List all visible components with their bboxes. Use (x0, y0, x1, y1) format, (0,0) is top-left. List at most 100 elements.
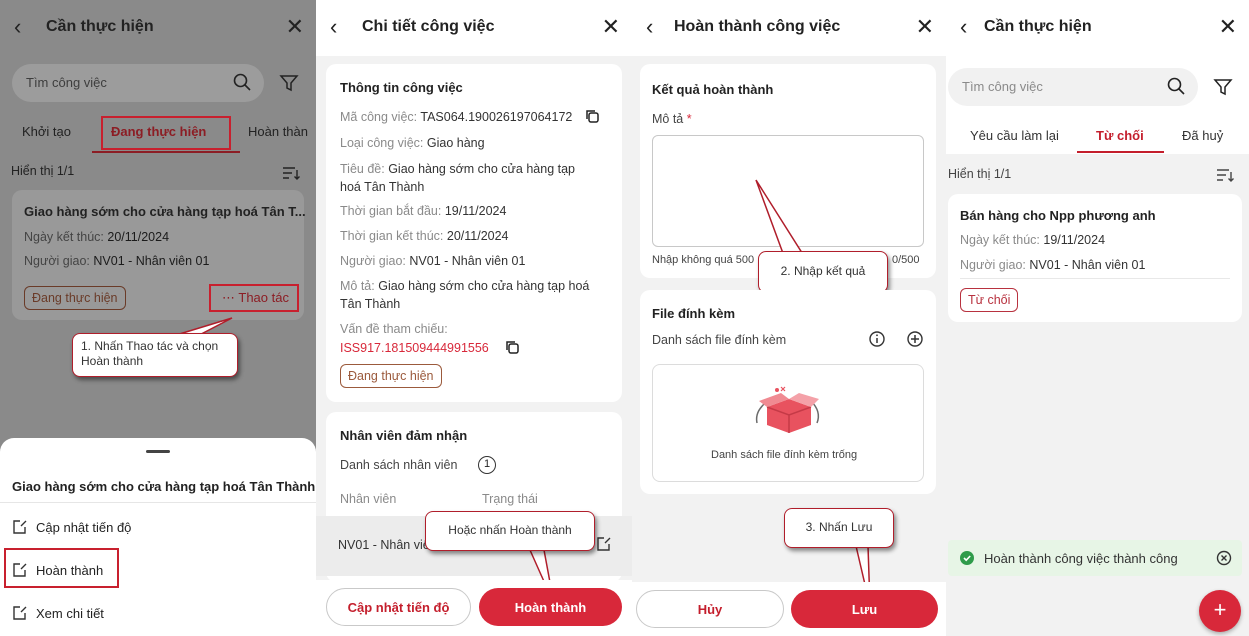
result-card: Kết quả hoàn thành Mô tả * Nhập không qu… (640, 64, 936, 278)
reference-label: Vấn đề tham chiếu: (340, 322, 448, 336)
section-title: Kết quả hoàn thành (652, 82, 774, 97)
close-icon[interactable]: ✕ (1219, 14, 1237, 40)
sort-icon[interactable] (282, 166, 300, 180)
length-hint: Nhập không quá 500 (652, 254, 755, 266)
task-type: Loại công việc: Giao hàng (340, 136, 485, 150)
header: ‹ Hoàn thành công việc ✕ (632, 0, 946, 56)
back-icon[interactable]: ‹ (960, 14, 967, 40)
panel-task-list-done: ‹ Cần thực hiện ✕ Tìm công việc Yêu cầu … (946, 0, 1249, 636)
close-icon[interactable]: ✕ (602, 14, 620, 40)
active-tab-indicator (1077, 151, 1164, 153)
empty-attachments-text: Danh sách file đính kèm trống (711, 449, 858, 461)
close-icon[interactable]: ✕ (286, 14, 304, 40)
column-staff: Nhân viên (340, 492, 397, 506)
back-icon[interactable]: ‹ (646, 14, 653, 40)
task-title: Tiêu đề: Giao hàng sớm cho cửa hàng tạp (340, 162, 576, 176)
panel-task-detail: ‹ Chi tiết công việc ✕ Thông tin công vi… (316, 0, 632, 636)
sheet-handle[interactable] (146, 450, 170, 453)
column-status: Trạng thái (482, 492, 538, 506)
callout-or-complete: Hoặc nhấn Hoàn thành (425, 511, 595, 551)
char-counter: 0/500 (892, 254, 920, 266)
page-title: Hoàn thành công việc (674, 18, 841, 35)
tab-hoan-thanh[interactable]: Hoàn thàn (248, 124, 308, 139)
status-badge: Từ chối (960, 288, 1019, 312)
page-title: Cần thực hiện (984, 18, 1092, 35)
close-icon[interactable]: ✕ (916, 14, 934, 40)
check-circle-icon (960, 551, 974, 565)
highlight-box (101, 116, 231, 150)
header: ‹ Cần thực hiện ✕ (946, 0, 1249, 56)
description-textarea[interactable] (652, 135, 924, 247)
copy-icon[interactable] (584, 108, 600, 124)
section-title: Nhân viên đảm nhận (340, 428, 468, 443)
tab-da-huy[interactable]: Đã huỷ (1182, 128, 1223, 143)
description-cont: Tân Thành (340, 297, 401, 311)
staff-count-badge: 1 (478, 456, 496, 474)
panel-task-list-dimmed: ‹ Cần thực hiện ✕ Tìm công việc Khởi tạo… (0, 0, 316, 636)
callout-step-3: 3. Nhấn Lưu (784, 508, 894, 548)
cancel-button[interactable]: Hủy (636, 590, 784, 628)
search-input[interactable]: Tìm công việc (948, 68, 1198, 106)
highlight-box (209, 284, 299, 312)
section-title: Thông tin công việc (340, 80, 463, 95)
close-circle-icon[interactable] (1216, 550, 1232, 566)
assigner: Người giao: NV01 - Nhân viên 01 (960, 258, 1146, 272)
task-title-cont: hoá Tân Thành (340, 180, 425, 194)
section-title: File đính kèm (652, 306, 736, 321)
add-task-fab[interactable]: + (1199, 590, 1241, 632)
page-title: Cần thực hiện (46, 18, 154, 35)
assigner: Người giao: NV01 - Nhân viên 01 (340, 254, 526, 268)
info-icon[interactable] (868, 330, 886, 348)
search-placeholder: Tìm công việc (962, 79, 1043, 94)
success-toast: Hoàn thành công việc thành công (948, 540, 1242, 576)
callout-step-2: 2. Nhập kết quả (758, 251, 888, 293)
description: Mô tả: Giao hàng sớm cho cửa hàng tạp ho… (340, 279, 590, 293)
copy-icon[interactable] (504, 339, 520, 355)
back-icon[interactable]: ‹ (14, 14, 21, 40)
sheet-item-view-detail[interactable]: Xem chi tiết (12, 603, 104, 623)
toast-message: Hoàn thành công việc thành công (984, 551, 1178, 566)
complete-button[interactable]: Hoàn thành (479, 588, 622, 626)
status-badge: Đang thực hiện (340, 364, 442, 388)
start-time: Thời gian bắt đầu: 19/11/2024 (340, 204, 507, 218)
sheet-item-update-progress[interactable]: Cập nhật tiến độ (12, 517, 131, 537)
task-code: Mã công việc: TAS064.190026197064172 (340, 110, 573, 124)
filter-icon[interactable] (1212, 76, 1234, 98)
header: ‹ Chi tiết công việc ✕ (316, 0, 632, 56)
reference-link[interactable]: ISS917.181509444991556 (340, 341, 489, 355)
tab-yeu-cau-lam-lai[interactable]: Yêu cầu làm lại (970, 128, 1059, 143)
sort-icon[interactable] (1216, 168, 1234, 182)
search-input[interactable]: Tìm công việc (12, 64, 264, 102)
end-time: Thời gian kết thúc: 20/11/2024 (340, 229, 509, 243)
task-card[interactable]: Bán hàng cho Npp phương anh Ngày kết thú… (948, 194, 1242, 322)
attachments-list-label: Danh sách file đính kèm (652, 333, 787, 347)
back-icon[interactable]: ‹ (330, 14, 337, 40)
filter-icon[interactable] (278, 72, 300, 94)
update-progress-button[interactable]: Cập nhật tiến độ (326, 588, 471, 626)
task-info-card: Thông tin công việc Mã công việc: TAS064… (326, 64, 622, 402)
callout-step-1: 1. Nhấn Thao tác và chọn Hoàn thành (72, 333, 238, 377)
highlight-box (4, 548, 119, 588)
add-attachment-icon[interactable] (906, 330, 924, 348)
end-date: Ngày kết thúc: 19/11/2024 (960, 233, 1106, 247)
row-staff: NV01 - Nhân viê (338, 538, 430, 552)
empty-attachments: Danh sách file đính kèm trống (652, 364, 924, 482)
task-title: Giao hàng sớm cho cửa hàng tạp hoá Tân T… (24, 204, 306, 219)
tab-bar: Yêu cầu làm lại Từ chối Đã huỷ (946, 120, 1249, 154)
attachments-card: File đính kèm Danh sách file đính kèm Da… (640, 290, 936, 494)
status-badge: Đang thực hiện (24, 286, 126, 310)
save-button[interactable]: Lưu (791, 590, 938, 628)
end-date: Ngày kết thúc: 20/11/2024 (24, 230, 170, 244)
assigner: Người giao: NV01 - Nhân viên 01 (24, 254, 210, 268)
tab-khoi-tao[interactable]: Khởi tạo (22, 124, 71, 139)
search-placeholder: Tìm công việc (26, 75, 107, 90)
edit-icon (13, 606, 27, 620)
edit-icon[interactable] (596, 536, 612, 552)
tab-tu-choi[interactable]: Từ chối (1096, 128, 1144, 143)
description-label: Mô tả * (652, 112, 692, 126)
search-icon (1167, 77, 1185, 95)
sheet-title: Giao hàng sớm cho cửa hàng tạp hoá Tân T… (12, 479, 316, 494)
result-count: Hiển thị 1/1 (11, 164, 75, 178)
task-title: Bán hàng cho Npp phương anh (960, 208, 1156, 223)
staff-list-label: Danh sách nhân viên (340, 458, 458, 472)
